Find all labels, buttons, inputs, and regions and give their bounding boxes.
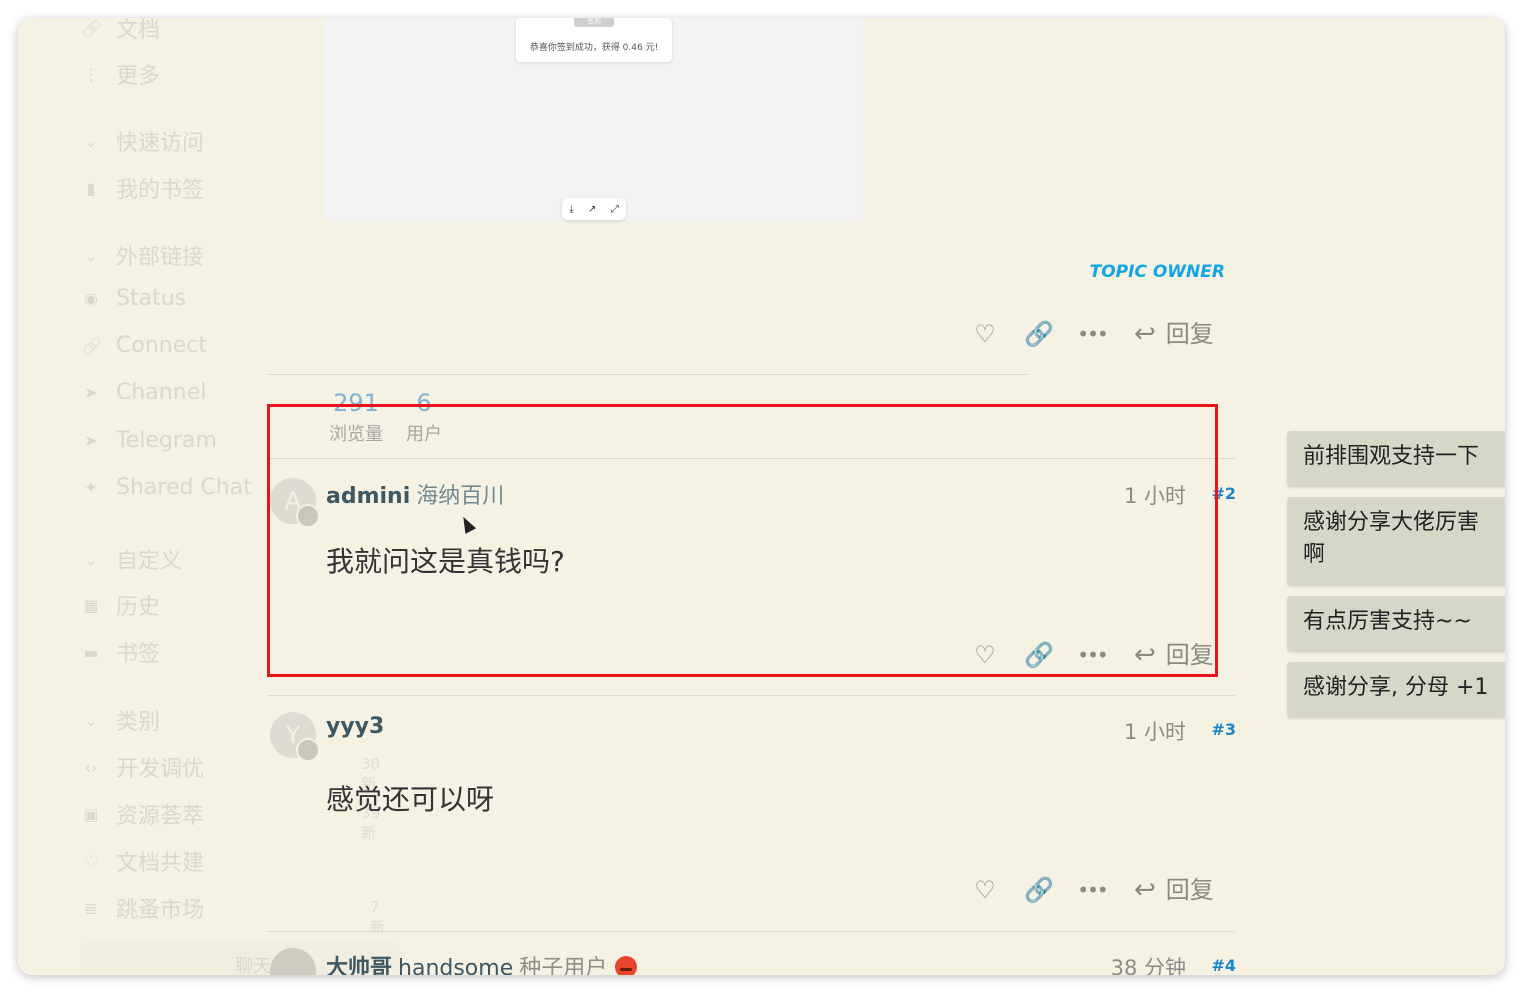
heart-icon: ♡ bbox=[974, 876, 996, 904]
sparkle-icon: ✦ bbox=[84, 478, 98, 497]
post-image[interactable]: 签到 恭喜你签到成功，获得 0.46 元! ⤓ ↗ ⤢ bbox=[325, 18, 863, 221]
sidebar-item-telegram[interactable]: ➤ Telegram bbox=[82, 428, 217, 453]
avatar[interactable]: Y bbox=[270, 712, 320, 762]
chevron-down-icon: ⌄ bbox=[84, 710, 98, 730]
reply-button[interactable]: ↩ 回复 bbox=[1134, 314, 1230, 354]
author-title: 种子用户 bbox=[519, 956, 608, 975]
sidebar-item-dev[interactable]: ‹› 开发调优 bbox=[82, 751, 204, 783]
image-toolbar: ⤓ ↗ ⤢ bbox=[562, 198, 626, 220]
suggestion-item[interactable]: 有点厉害支持~~ bbox=[1287, 596, 1505, 652]
share-link-button[interactable]: 🔗 bbox=[1022, 314, 1056, 354]
reply-button[interactable]: ↩ 回复 bbox=[1134, 870, 1230, 910]
sidebar-section-custom[interactable]: ⌄ 自定义 bbox=[82, 543, 182, 575]
post-author[interactable]: 大帅哥 handsome 种子用户 bbox=[326, 950, 638, 975]
send-icon: ➤ bbox=[84, 431, 98, 450]
heart-icon: ♡ bbox=[974, 320, 996, 348]
chat-icon: ▬ bbox=[83, 642, 99, 662]
eye-icon: ◉ bbox=[84, 289, 98, 308]
send-icon: ➤ bbox=[84, 383, 98, 402]
link-icon: 🔗 bbox=[1024, 320, 1054, 348]
divider bbox=[268, 931, 1235, 932]
post-number[interactable]: #3 bbox=[1211, 720, 1236, 739]
user-badge-icon bbox=[296, 738, 320, 762]
reply-icon: ↩ bbox=[1134, 875, 1156, 905]
post-time[interactable]: 1 小时 bbox=[1124, 716, 1186, 746]
sidebar-item-market[interactable]: ≣ 跳蚤市场 bbox=[82, 892, 204, 924]
author-fullname: handsome bbox=[398, 956, 514, 975]
expand-icon[interactable]: ⤢ bbox=[611, 204, 619, 215]
angry-emoji-icon bbox=[615, 956, 638, 975]
sidebar-section-external-links[interactable]: ⌄ 外部链接 bbox=[82, 239, 204, 271]
post-actions: ♡ 🔗 ••• ↩ 回复 bbox=[968, 870, 1228, 910]
more-button[interactable]: ••• bbox=[1074, 314, 1110, 354]
divider bbox=[268, 374, 1028, 375]
more-vertical-icon: ⋮ bbox=[83, 64, 99, 84]
post-4: 大帅哥 handsome 种子用户 38 分钟 #4 bbox=[268, 946, 1238, 975]
chevron-down-icon: ⌄ bbox=[84, 549, 98, 569]
browser-window: 🔗 文档 ⋮ 更多 ⌄ 快速访问 ▮ 我的书签 ⌄ 外部链接 ◉ Status 🔗 Conne… bbox=[18, 18, 1505, 975]
suggestion-item[interactable]: 感谢分享, 分母 +1 bbox=[1287, 662, 1505, 718]
chat-label: 聊天 bbox=[235, 956, 271, 975]
like-button[interactable]: ♡ bbox=[968, 870, 1002, 910]
bookmark-icon: ▮ bbox=[86, 178, 96, 198]
download-icon[interactable]: ⤓ bbox=[569, 204, 573, 215]
checkin-message: 恭喜你签到成功，获得 0.46 元! bbox=[529, 43, 659, 53]
avatar[interactable] bbox=[270, 948, 316, 975]
share-link-button[interactable]: 🔗 bbox=[1022, 870, 1056, 910]
sidebar-item-status[interactable]: ◉ Status bbox=[82, 286, 186, 311]
more-button[interactable]: ••• bbox=[1074, 870, 1110, 910]
sidebar-item-bookmarks[interactable]: ▬ 书签 bbox=[82, 636, 160, 668]
topic-owner-label: TOPIC OWNER bbox=[1089, 262, 1225, 282]
link-icon: 🔗 bbox=[82, 18, 102, 38]
post-author[interactable]: yyy3 bbox=[326, 714, 384, 739]
code-icon: ‹› bbox=[84, 757, 98, 777]
link-icon: 🔗 bbox=[1024, 876, 1054, 904]
post-body: 感觉还可以呀 bbox=[326, 783, 495, 816]
post-time[interactable]: 38 分钟 bbox=[1111, 952, 1186, 975]
like-button[interactable]: ♡ bbox=[968, 314, 1002, 354]
divider bbox=[268, 695, 1235, 696]
sidebar-section-quick-access[interactable]: ⌄ 快速访问 bbox=[82, 125, 204, 157]
sidebar-item-more[interactable]: ⋮ 更多 bbox=[82, 58, 160, 90]
chevron-down-icon: ⌄ bbox=[84, 245, 98, 265]
box-icon: ▣ bbox=[83, 804, 99, 824]
sidebar-item-docs[interactable]: 🔗 文档 bbox=[82, 18, 160, 44]
sidebar-item-connect[interactable]: 🔗 Connect bbox=[82, 333, 207, 358]
sidebar-item-history[interactable]: ▦ 历史 bbox=[82, 589, 160, 621]
link-icon: 🔗 bbox=[82, 336, 102, 355]
checkin-card: 签到 恭喜你签到成功，获得 0.46 元! bbox=[516, 18, 672, 62]
more-icon: ••• bbox=[1077, 322, 1108, 346]
highlight-box bbox=[267, 404, 1218, 677]
stack-icon: ≣ bbox=[84, 898, 98, 918]
sidebar-item-docs-co[interactable]: ♡ 文档共建 bbox=[82, 845, 204, 877]
chevron-down-icon: ⌄ bbox=[84, 131, 98, 151]
reply-icon: ↩ bbox=[1134, 319, 1156, 349]
suggestion-item[interactable]: 前排围观支持一下 bbox=[1287, 431, 1505, 487]
sidebar-item-resources[interactable]: ▣ 资源荟萃 bbox=[82, 798, 204, 830]
sidebar: 🔗 文档 ⋮ 更多 ⌄ 快速访问 ▮ 我的书签 ⌄ 外部链接 ◉ Status 🔗 Conne… bbox=[18, 18, 400, 975]
more-icon: ••• bbox=[1077, 878, 1108, 902]
heart-icon: ♡ bbox=[83, 851, 99, 871]
post-actions: ♡ 🔗 ••• ↩ 回复 bbox=[968, 314, 1228, 354]
sidebar-item-shared-chat[interactable]: ✦ Shared Chat bbox=[82, 475, 252, 500]
sidebar-section-categories[interactable]: ⌄ 类别 bbox=[82, 704, 160, 736]
checkin-button: 签到 bbox=[574, 18, 614, 27]
suggestion-item[interactable]: 感谢分享大佬厉害啊 bbox=[1287, 497, 1505, 586]
calendar-icon: ▦ bbox=[83, 595, 99, 615]
sidebar-item-channel[interactable]: ➤ Channel bbox=[82, 380, 206, 405]
sidebar-item-my-bookmarks[interactable]: ▮ 我的书签 bbox=[82, 172, 204, 204]
post-number[interactable]: #4 bbox=[1211, 956, 1236, 975]
share-icon[interactable]: ↗ bbox=[588, 204, 596, 215]
